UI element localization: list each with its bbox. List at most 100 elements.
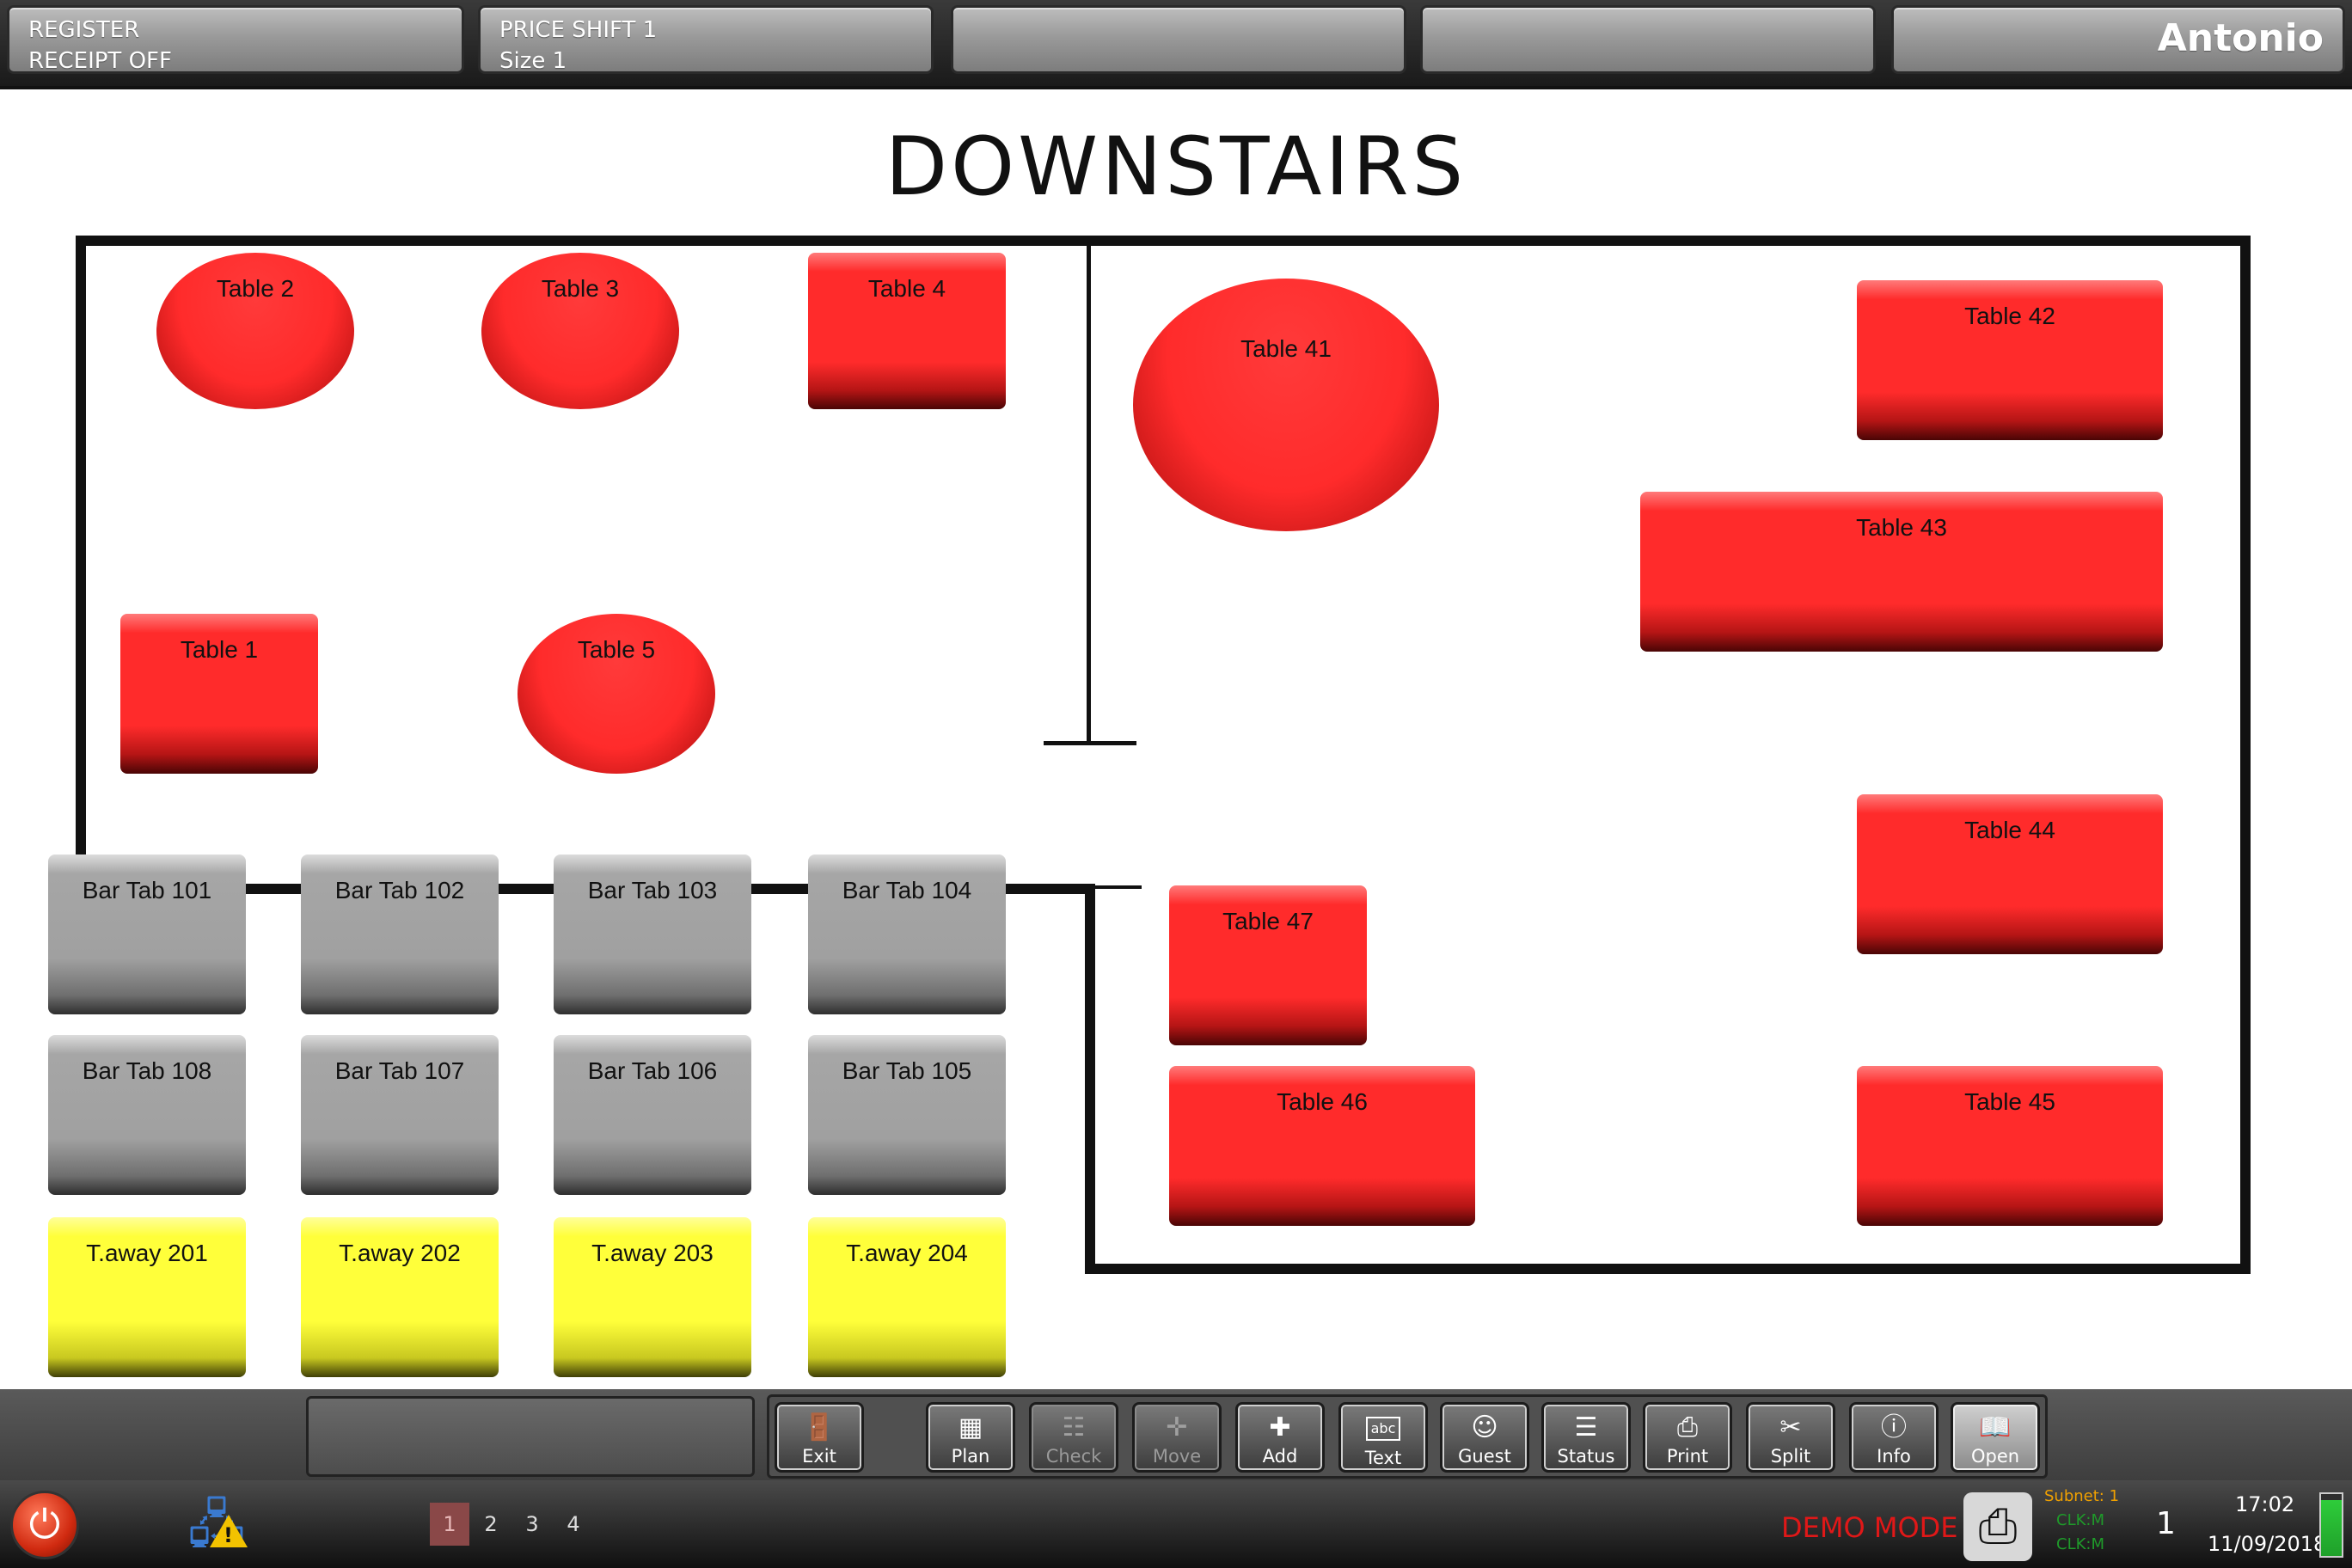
status-list-icon: ☰ [1574,1412,1598,1442]
table-label: Table 1 [180,636,259,663]
clock-time: 17:02 [2235,1492,2295,1516]
info-button[interactable]: ⓘ Info [1849,1402,1939,1473]
check-button[interactable]: ☷ Check [1029,1402,1118,1473]
table-46[interactable]: Table 46 [1169,1066,1475,1226]
bar-tab-103[interactable]: Bar Tab 103 [554,854,751,1014]
table-41[interactable]: Table 41 [1133,279,1439,531]
user-box[interactable]: Antonio [1891,5,2345,74]
bar-tab-106[interactable]: Bar Tab 106 [554,1035,751,1195]
bar-tab-108[interactable]: Bar Tab 108 [48,1035,246,1195]
add-button[interactable]: ✚ Add [1235,1402,1325,1473]
add-label: Add [1262,1446,1298,1467]
table-label: Table 4 [867,275,946,302]
check-label: Check [1045,1446,1102,1467]
price-shift-box[interactable]: PRICE SHIFT 1 Size 1 [478,5,934,74]
power-icon[interactable]: ⏻ [10,1491,79,1559]
partition-foot [1044,741,1136,745]
table-4[interactable]: Table 4 [808,253,1006,409]
bar-tab-102[interactable]: Bar Tab 102 [301,854,499,1014]
wall-top [76,236,2251,246]
page-1[interactable]: 1 [430,1503,469,1546]
table-5[interactable]: Table 5 [518,614,715,774]
battery-icon [2319,1492,2343,1558]
print-label: Print [1666,1446,1709,1467]
move-label: Move [1152,1446,1202,1467]
info-label: Info [1877,1446,1911,1467]
bar-tab-label: Bar Tab 101 [82,877,212,903]
check-receipt-icon: ☷ [1062,1412,1086,1442]
table-45[interactable]: Table 45 [1857,1066,2163,1226]
register-label: REGISTER [28,17,140,43]
message-panel [306,1396,755,1477]
open-button[interactable]: 📖 Open [1951,1402,2040,1473]
subnet-label: Subnet: 1 [2044,1487,2120,1505]
bar-tab-107[interactable]: Bar Tab 107 [301,1035,499,1195]
table-label: Table 43 [1856,514,1947,541]
takeaway-label: T.away 203 [591,1240,714,1266]
wall-bottom [1085,1264,2251,1274]
bar-tab-label: Bar Tab 102 [334,877,465,903]
table-42[interactable]: Table 42 [1857,280,2163,440]
floor-title: DOWNSTAIRS [885,120,1467,214]
exit-label: Exit [802,1446,836,1467]
table-label: Table 41 [1240,335,1332,362]
action-toolbar: 🚪 Exit ▦ Plan ☷ Check ✛ Move ✚ Add abc T… [0,1389,2352,1480]
text-button[interactable]: abc Text [1338,1402,1428,1473]
bar-tab-label: Bar Tab 106 [587,1057,718,1084]
page-4[interactable]: 4 [554,1503,593,1546]
move-button[interactable]: ✛ Move [1132,1402,1222,1473]
takeaway-203[interactable]: T.away 203 [554,1217,751,1377]
user-name: Antonio [2157,16,2324,60]
table-3[interactable]: Table 3 [481,253,679,409]
demo-mode-label: DEMO MODE [1781,1511,1958,1544]
top-status-bar: REGISTER RECEIPT OFF PRICE SHIFT 1 Size … [0,0,2352,89]
wall-inner-vertical-lower [1085,884,1095,1274]
open-label: Open [1970,1446,2020,1467]
takeaway-202[interactable]: T.away 202 [301,1217,499,1377]
action-button-group: 🚪 Exit ▦ Plan ☷ Check ✛ Move ✚ Add abc T… [767,1394,2048,1479]
table-44[interactable]: Table 44 [1857,794,2163,954]
wall-stub [1085,885,1142,889]
bar-tab-label: Bar Tab 107 [334,1057,465,1084]
print-button[interactable]: ⎙ Print [1643,1402,1732,1473]
plan-label: Plan [951,1446,990,1467]
table-43[interactable]: Table 43 [1640,492,2163,652]
table-2[interactable]: Table 2 [156,253,354,409]
bar-tab-105[interactable]: Bar Tab 105 [808,1035,1006,1195]
bar-tab-104[interactable]: Bar Tab 104 [808,854,1006,1014]
size-label: Size 1 [499,48,567,74]
guest-button[interactable]: ☺ Guest [1440,1402,1529,1473]
guest-label: Guest [1458,1446,1511,1467]
text-label: Text [1364,1448,1402,1468]
page-3[interactable]: 3 [512,1503,552,1546]
takeaway-201[interactable]: T.away 201 [48,1217,246,1377]
table-47[interactable]: Table 47 [1169,885,1367,1045]
price-shift-label: PRICE SHIFT 1 [499,17,658,43]
empty-status-box-2[interactable] [1420,5,1876,74]
exit-button[interactable]: 🚪 Exit [775,1402,864,1473]
table-1[interactable]: Table 1 [120,614,318,774]
takeaway-label: T.away 204 [846,1240,968,1266]
status-label: Status [1557,1446,1615,1467]
plus-icon: ✚ [1269,1412,1291,1442]
receipt-status: RECEIPT OFF [28,48,172,74]
split-button[interactable]: ✂ Split [1746,1402,1835,1473]
text-field-icon: abc [1366,1417,1400,1441]
register-status-box[interactable]: REGISTER RECEIPT OFF [7,5,464,74]
empty-status-box-1[interactable] [951,5,1406,74]
table-label: Table 3 [541,275,620,302]
takeaway-label: T.away 202 [339,1240,461,1266]
takeaway-204[interactable]: T.away 204 [808,1217,1006,1377]
page-2[interactable]: 2 [471,1503,511,1546]
partition-vertical [1087,246,1091,744]
bar-tab-101[interactable]: Bar Tab 101 [48,854,246,1014]
info-icon: ⓘ [1881,1412,1907,1442]
takeaway-label: T.away 201 [86,1240,208,1266]
bar-tab-label: Bar Tab 105 [842,1057,972,1084]
receipt-printer-icon[interactable]: ⎙ [1963,1492,2032,1561]
status-button[interactable]: ☰ Status [1541,1402,1631,1473]
table-label: Table 45 [1964,1088,2055,1115]
bar-tab-label: Bar Tab 108 [82,1057,212,1084]
plan-button[interactable]: ▦ Plan [926,1402,1015,1473]
clock-master-status: CLK:M [2056,1511,2104,1529]
